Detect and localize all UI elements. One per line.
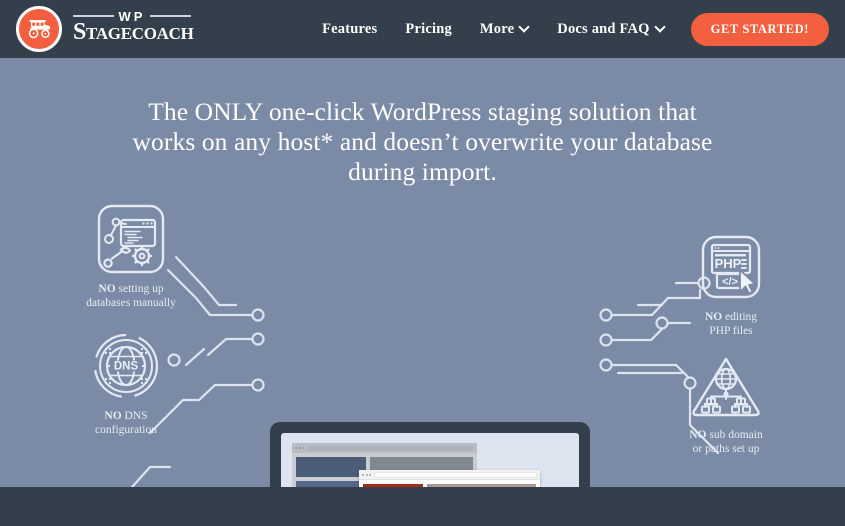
feature-label-text: setting up (115, 283, 164, 295)
brand-rule-right (150, 15, 192, 17)
nav-item-label: Features (322, 20, 378, 37)
nav-item-features[interactable]: Features (308, 21, 391, 38)
php-icon-code-label: </> (722, 276, 738, 288)
window-controls (362, 473, 371, 476)
window-dot (369, 473, 371, 476)
feature-label-strong: NO (704, 311, 723, 323)
window-address-bar (307, 445, 474, 451)
site-header: WP Stagecoach Features Pricing More Docs… (0, 0, 845, 58)
feature-label-text: sub domain (706, 429, 763, 441)
footer-band (0, 487, 845, 526)
chevron-down-icon (656, 23, 665, 32)
php-icon-label: PHP (715, 256, 742, 271)
feature-label-strong: NO (104, 410, 122, 422)
feature-label-strong: NO (689, 429, 707, 441)
brand-rule-left (73, 15, 114, 17)
dns-icon-label: DNS (114, 361, 139, 373)
code-window-wrench-gear-icon (97, 204, 165, 274)
feature-label-text: DNS (121, 410, 148, 422)
feature-label-text: editing (722, 311, 758, 323)
get-started-button[interactable]: GET STARTED! (690, 12, 829, 46)
feature-label-line2: configuration (95, 423, 157, 436)
feature-label-line2: databases manually (86, 296, 176, 309)
main-navigation: Features Pricing More Docs and FAQ GET S… (308, 12, 829, 46)
feature-label: NO editing PHP files (705, 311, 757, 337)
nav-item-label: More (479, 20, 515, 37)
chevron-down-icon (520, 23, 529, 32)
window-dot (362, 473, 364, 476)
nav-item-label: Docs and FAQ (557, 20, 650, 37)
nav-item-label: Pricing (405, 20, 452, 37)
php-window-cursor-icon: PHP </> (701, 235, 761, 299)
dns-globe-icon: DNS (93, 333, 159, 399)
nav-item-more[interactable]: More (466, 21, 543, 38)
feature-no-dns-configuration: DNS NO DNS configuration (51, 332, 201, 437)
window-address-bar (374, 471, 537, 478)
window-titlebar (359, 470, 540, 480)
window-dot (365, 473, 368, 476)
hero-headline: The ONLY one-click WordPress staging sol… (132, 97, 713, 186)
content-block (296, 457, 366, 477)
feature-no-php-editing: PHP </> NO editing PHP files (656, 235, 806, 338)
feature-no-database-setup: NO setting up databases manually (56, 203, 206, 310)
feature-label: NO setting up databases manually (86, 283, 176, 309)
window-controls (295, 447, 304, 449)
triangle-sitemap-globe-icon (692, 357, 760, 417)
hero-illustration: NO setting up databases manually DNS NO … (0, 195, 845, 526)
feature-label: NO sub domain or paths set up (689, 429, 762, 455)
brand-logo[interactable]: WP Stagecoach (16, 6, 194, 52)
feature-no-subdomain-setup: NO sub domain or paths set up (651, 355, 801, 456)
window-titlebar (292, 443, 477, 453)
brand-wordmark: WP Stagecoach (73, 6, 194, 52)
window-dot (302, 447, 304, 449)
stagecoach-wagon-icon (16, 6, 62, 52)
feature-label-line2: PHP files (709, 324, 753, 337)
window-dot (298, 447, 301, 449)
feature-label-line2: or paths set up (692, 442, 760, 455)
feature-label-strong: NO (98, 283, 116, 295)
nav-item-docs-and-faq[interactable]: Docs and FAQ (543, 21, 678, 38)
window-dot (295, 447, 297, 449)
nav-item-pricing[interactable]: Pricing (391, 21, 466, 38)
feature-label: NO DNS configuration (95, 410, 157, 436)
brand-name-word: Stagecoach (73, 19, 194, 45)
